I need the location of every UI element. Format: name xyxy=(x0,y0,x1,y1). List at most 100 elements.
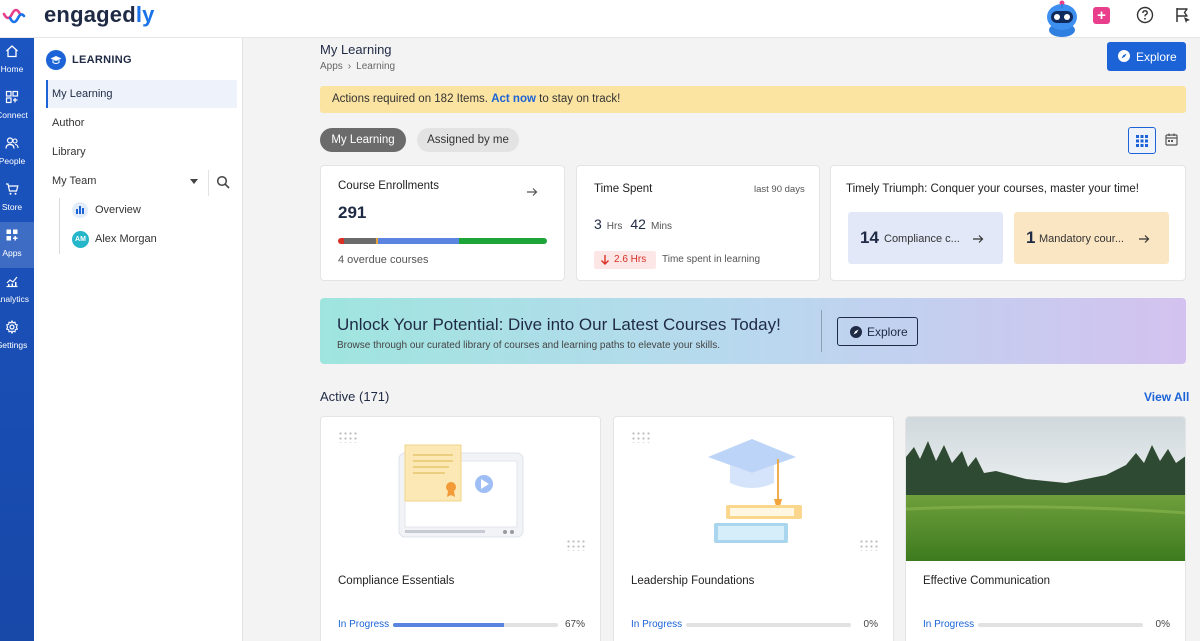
course-progress-percent: 0% xyxy=(863,619,878,630)
calendar-icon[interactable] xyxy=(1165,133,1178,146)
arrow-right-icon[interactable] xyxy=(526,186,538,198)
rail-label-analytics: Analytics xyxy=(0,294,29,304)
compass-icon xyxy=(850,326,862,338)
sidebar-item-library[interactable]: Library xyxy=(46,138,237,166)
course-photo-meadow xyxy=(906,417,1185,561)
decorative-dots xyxy=(566,539,586,551)
tile-label: Compliance c... xyxy=(884,233,960,245)
create-plus-button[interactable]: + xyxy=(1093,7,1110,24)
tree-line xyxy=(59,198,60,254)
enrollment-count: 291 xyxy=(338,203,367,222)
rail-label-settings: Settings xyxy=(0,340,28,350)
time-range-label: last 90 days xyxy=(754,184,805,195)
arrow-down-icon xyxy=(601,255,609,265)
course-card-communication[interactable]: Effective Communication In Progress 0% xyxy=(905,416,1186,641)
course-card-leadership[interactable]: Leadership Foundations In Progress 0% xyxy=(613,416,894,641)
logo-accent-text: ly xyxy=(135,2,155,27)
compliance-courses-tile[interactable]: 14 Compliance c... xyxy=(848,212,1003,264)
course-illustration-certificate xyxy=(321,417,600,561)
chevron-down-icon[interactable] xyxy=(190,179,198,184)
card-title: Timely Triumph: Conquer your courses, ma… xyxy=(846,183,1139,195)
course-card-compliance[interactable]: Compliance Essentials In Progress 67% xyxy=(320,416,601,641)
team-item-label: Overview xyxy=(95,204,141,216)
rail-label-apps: Apps xyxy=(2,248,22,258)
breadcrumb-learning: Learning xyxy=(356,61,396,72)
sidebar-divider xyxy=(208,170,209,196)
course-enrollments-card[interactable]: Course Enrollments 291 4 overdue courses xyxy=(320,165,565,281)
compass-icon xyxy=(1118,50,1130,62)
mandatory-courses-tile[interactable]: 1 Mandatory cour... xyxy=(1014,212,1169,264)
banner-explore-button[interactable]: Explore xyxy=(837,317,918,346)
home-icon xyxy=(6,45,18,58)
graduation-cap-badge xyxy=(46,50,66,70)
rail-label-connect: Connect xyxy=(0,110,28,120)
rail-item-analytics[interactable]: Analytics xyxy=(0,268,34,314)
rail-item-connect[interactable]: Connect xyxy=(0,84,34,130)
tile-label: Mandatory cour... xyxy=(1039,233,1124,245)
active-section-title: Active (171) xyxy=(320,389,390,404)
chevron-right-icon: › xyxy=(347,61,352,72)
act-now-link[interactable]: Act now xyxy=(491,93,536,105)
sidebar-item-author[interactable]: Author xyxy=(46,109,237,137)
cart-icon xyxy=(6,183,19,195)
gear-icon xyxy=(5,320,19,334)
action-required-alert: Actions required on 182 Items. Act now t… xyxy=(320,86,1186,113)
grid-view-toggle[interactable] xyxy=(1128,127,1156,154)
sidebar-item-my-team[interactable]: My Team xyxy=(46,167,186,195)
mins-value: 42 xyxy=(630,216,646,232)
course-progress-track xyxy=(686,623,851,627)
left-rail: Home Connect People Store Apps Analytics… xyxy=(0,38,34,641)
enrollment-segment xyxy=(344,238,376,244)
time-delta-badge: 2.6 Hrs xyxy=(594,251,656,269)
team-item-label: Alex Morgan xyxy=(95,233,157,245)
banner-subtext: Browse through our curated library of co… xyxy=(337,340,720,351)
course-progress-track xyxy=(978,623,1143,627)
app-logo[interactable]: engagedly xyxy=(44,2,155,28)
graduation-cap-icon xyxy=(50,56,62,64)
mins-unit: Mins xyxy=(650,221,673,232)
feedback-flag-icon[interactable] xyxy=(1174,6,1192,24)
tab-my-learning[interactable]: My Learning xyxy=(320,128,406,152)
assistant-bot-icon[interactable] xyxy=(1040,0,1084,38)
decorative-dots xyxy=(338,431,358,443)
sidebar-item-my-learning[interactable]: My Learning xyxy=(46,80,237,108)
analytics-icon xyxy=(6,276,18,288)
help-icon[interactable] xyxy=(1136,6,1154,24)
rail-item-settings[interactable]: Settings xyxy=(0,314,34,360)
course-illustration-graduation xyxy=(614,417,893,561)
rail-item-people[interactable]: People xyxy=(0,130,34,176)
connect-icon xyxy=(5,90,19,104)
tile-count: 14 xyxy=(860,228,879,247)
time-spent-value: 3 Hrs 42 Mins xyxy=(594,216,680,232)
breadcrumb-apps[interactable]: Apps xyxy=(320,61,343,72)
enrollment-status-bar xyxy=(338,238,547,244)
learning-sidebar: LEARNING My Learning Author Library My T… xyxy=(34,38,243,641)
tab-assigned-by-me[interactable]: Assigned by me xyxy=(417,128,519,152)
course-progress-track xyxy=(393,623,558,627)
course-status: In Progress xyxy=(338,619,390,630)
overdue-courses-text[interactable]: 4 overdue courses xyxy=(338,254,429,266)
rail-item-store[interactable]: Store xyxy=(0,176,34,222)
card-title: Course Enrollments xyxy=(338,180,439,192)
sidebar-title: LEARNING xyxy=(72,54,132,66)
course-status: In Progress xyxy=(631,619,683,630)
rail-label-store: Store xyxy=(1,202,23,212)
logo-mark-icon xyxy=(2,8,26,24)
logo-main-text: engaged xyxy=(44,2,136,27)
search-icon[interactable] xyxy=(216,175,230,189)
explore-button[interactable]: Explore xyxy=(1107,42,1186,71)
apps-icon xyxy=(6,229,18,241)
alert-text: Actions required on 182 Items. xyxy=(332,93,488,105)
banner-heading: Unlock Your Potential: Dive into Our Lat… xyxy=(337,315,781,334)
course-title: Leadership Foundations xyxy=(631,575,755,587)
explore-button-label: Explore xyxy=(1136,50,1177,64)
top-bar: engagedly + xyxy=(0,0,1200,38)
time-delta-label: Time spent in learning xyxy=(662,254,761,265)
rail-item-home[interactable]: Home xyxy=(0,38,34,84)
rail-item-apps[interactable]: Apps xyxy=(0,222,34,268)
view-all-link[interactable]: View All xyxy=(1144,390,1189,404)
arrow-right-icon xyxy=(973,235,984,243)
bar-chart-icon xyxy=(72,202,88,218)
avatar: AM xyxy=(72,231,89,248)
decorative-dots xyxy=(631,431,651,443)
